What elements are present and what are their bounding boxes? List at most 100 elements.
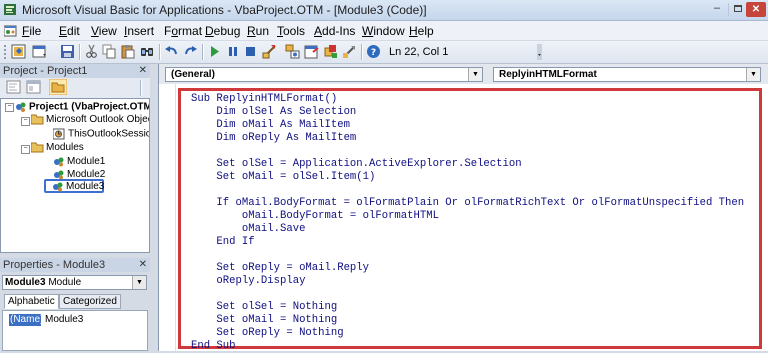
code-line[interactable]: Set oReply = Nothing	[191, 327, 343, 340]
module-icon	[53, 182, 63, 192]
code-line[interactable]: Set olSel = Application.ActiveExplorer.S…	[191, 158, 521, 171]
procedure-combo[interactable]: ReplyinHTMLFormat ▼	[493, 67, 761, 82]
code-window-icon[interactable]	[4, 24, 18, 37]
paste-icon[interactable]	[120, 44, 135, 59]
toolbar-options-icon[interactable]	[537, 44, 542, 60]
module-icon	[54, 157, 64, 167]
vba-app-icon	[4, 4, 16, 15]
project-panel-title: Project - Project1	[3, 65, 88, 77]
object-selector[interactable]: Module3 Module ▼	[2, 275, 147, 290]
collapse-icon[interactable]: −	[5, 103, 14, 112]
code-line[interactable]: Set oMail = Nothing	[191, 314, 337, 327]
project-tree: − Project1 (VbaProject.OTM) − Microsoft …	[0, 98, 150, 253]
object-combo[interactable]: (General) ▼	[165, 67, 483, 82]
view-code-icon[interactable]	[6, 80, 22, 95]
tree-node-thisoutlooksession[interactable]: ThisOutlookSession	[53, 128, 149, 141]
menu-add-ins[interactable]: Add-Ins	[314, 24, 355, 38]
tree-node-project[interactable]: Project1 (VbaProject.OTM)	[15, 101, 149, 114]
code-line[interactable]: oMail.BodyFormat = olFormatHTML	[191, 210, 439, 223]
properties-window-icon[interactable]	[304, 44, 319, 59]
view-object-icon[interactable]	[26, 80, 42, 95]
pane-splitter[interactable]	[151, 64, 157, 351]
tree-node-module3[interactable]: Module3	[44, 179, 104, 193]
menu-file[interactable]: File	[22, 24, 41, 38]
reset-icon[interactable]	[243, 44, 258, 59]
minimize-button[interactable]: ‒	[708, 3, 726, 16]
cut-icon[interactable]	[84, 44, 99, 59]
collapse-icon[interactable]: −	[21, 145, 30, 154]
insert-userform-icon[interactable]	[32, 44, 47, 59]
toolbar-separator	[202, 44, 204, 60]
menu-format[interactable]: Format	[164, 24, 202, 38]
toggle-folders-icon[interactable]	[49, 79, 67, 95]
folder-open-icon	[31, 114, 44, 125]
title-bar: Microsoft Visual Basic for Applications …	[0, 0, 768, 21]
code-line[interactable]: If oMail.BodyFormat = olFormatPlain Or o…	[191, 197, 744, 210]
project-panel-toolbar	[0, 78, 150, 98]
chevron-down-icon[interactable]: ▼	[132, 276, 146, 289]
menu-insert[interactable]: Insert	[124, 24, 154, 38]
code-line[interactable]: End Sub	[191, 340, 236, 353]
toolbar-separator	[140, 80, 142, 96]
menu-window[interactable]: Window	[362, 24, 405, 38]
save-icon[interactable]	[60, 44, 75, 59]
run-icon[interactable]	[207, 44, 222, 59]
collapse-icon[interactable]: −	[21, 117, 30, 126]
tree-node-outlook-objects[interactable]: Microsoft Outlook Objects	[31, 114, 149, 126]
folder-open-icon	[31, 142, 44, 153]
menu-debug[interactable]: Debug	[205, 24, 240, 38]
property-grid: (Name) Module3	[2, 310, 148, 351]
code-line[interactable]: Set olSel = Nothing	[191, 301, 337, 314]
properties-panel-title: Properties - Module3	[3, 259, 106, 271]
code-line[interactable]: Dim oReply As MailItem	[191, 132, 356, 145]
menu-help[interactable]: Help	[409, 24, 434, 38]
toolbar-separator	[361, 44, 363, 60]
code-line[interactable]: oReply.Display	[191, 275, 305, 288]
toolbox-icon[interactable]	[342, 44, 357, 59]
redo-icon[interactable]	[183, 44, 198, 59]
breakpoint-margin[interactable]	[159, 84, 176, 351]
code-editor[interactable]: Sub ReplyinHTMLFormat() Dim olSel As Sel…	[159, 84, 768, 353]
menu-tools[interactable]: Tools	[277, 24, 305, 38]
tab-categorized[interactable]: Categorized	[59, 294, 121, 309]
standard-toolbar: ? Ln 22, Col 1	[0, 41, 768, 64]
code-line[interactable]: End If	[191, 236, 254, 249]
property-row[interactable]: (Name) Module3	[7, 314, 147, 326]
menu-bar: File Edit View Insert Format Debug Run T…	[0, 21, 768, 40]
menu-run[interactable]: Run	[247, 24, 269, 38]
project-explorer-icon[interactable]	[285, 44, 300, 59]
toolbar-separator	[159, 44, 161, 60]
break-icon[interactable]	[225, 44, 240, 59]
toolbar-grip-icon[interactable]	[3, 44, 8, 59]
maximize-icon	[734, 5, 742, 12]
maximize-button[interactable]	[728, 3, 747, 16]
close-icon[interactable]: ✕	[139, 64, 147, 78]
code-window: (General) ▼ ReplyinHTMLFormat ▼ Sub Repl…	[158, 64, 768, 353]
vba-project-icon	[16, 102, 26, 112]
cursor-position: Ln 22, Col 1	[389, 46, 449, 58]
tree-node-modules[interactable]: Modules	[31, 142, 84, 154]
code-line[interactable]: Sub ReplyinHTMLFormat()	[191, 93, 337, 106]
code-line[interactable]: Set oReply = oMail.Reply	[191, 262, 369, 275]
code-line[interactable]: Dim olSel As Selection	[191, 106, 356, 119]
object-browser-icon[interactable]	[323, 44, 338, 59]
code-line[interactable]: oMail.Save	[191, 223, 306, 236]
menu-edit[interactable]: Edit	[59, 24, 80, 38]
code-line[interactable]: Dim oMail As MailItem	[191, 119, 350, 132]
design-mode-icon[interactable]	[262, 44, 277, 59]
close-icon[interactable]: ✕	[139, 258, 147, 272]
view-host-app-icon[interactable]	[11, 44, 26, 59]
undo-icon[interactable]	[164, 44, 179, 59]
help-icon[interactable]: ?	[366, 44, 381, 59]
property-name: (Name)	[9, 314, 44, 326]
copy-icon[interactable]	[102, 44, 117, 59]
tree-node-module1[interactable]: Module1	[53, 156, 105, 168]
find-icon[interactable]	[140, 44, 155, 59]
chevron-down-icon[interactable]: ▼	[468, 68, 482, 81]
code-line[interactable]: Set oMail = olSel.Item(1)	[191, 171, 375, 184]
tab-alphabetic[interactable]: Alphabetic	[4, 294, 59, 309]
menu-view[interactable]: View	[91, 24, 117, 38]
chevron-down-icon[interactable]: ▼	[746, 68, 760, 81]
property-value[interactable]: Module3	[45, 314, 83, 326]
close-button[interactable]: ✕	[746, 2, 766, 17]
